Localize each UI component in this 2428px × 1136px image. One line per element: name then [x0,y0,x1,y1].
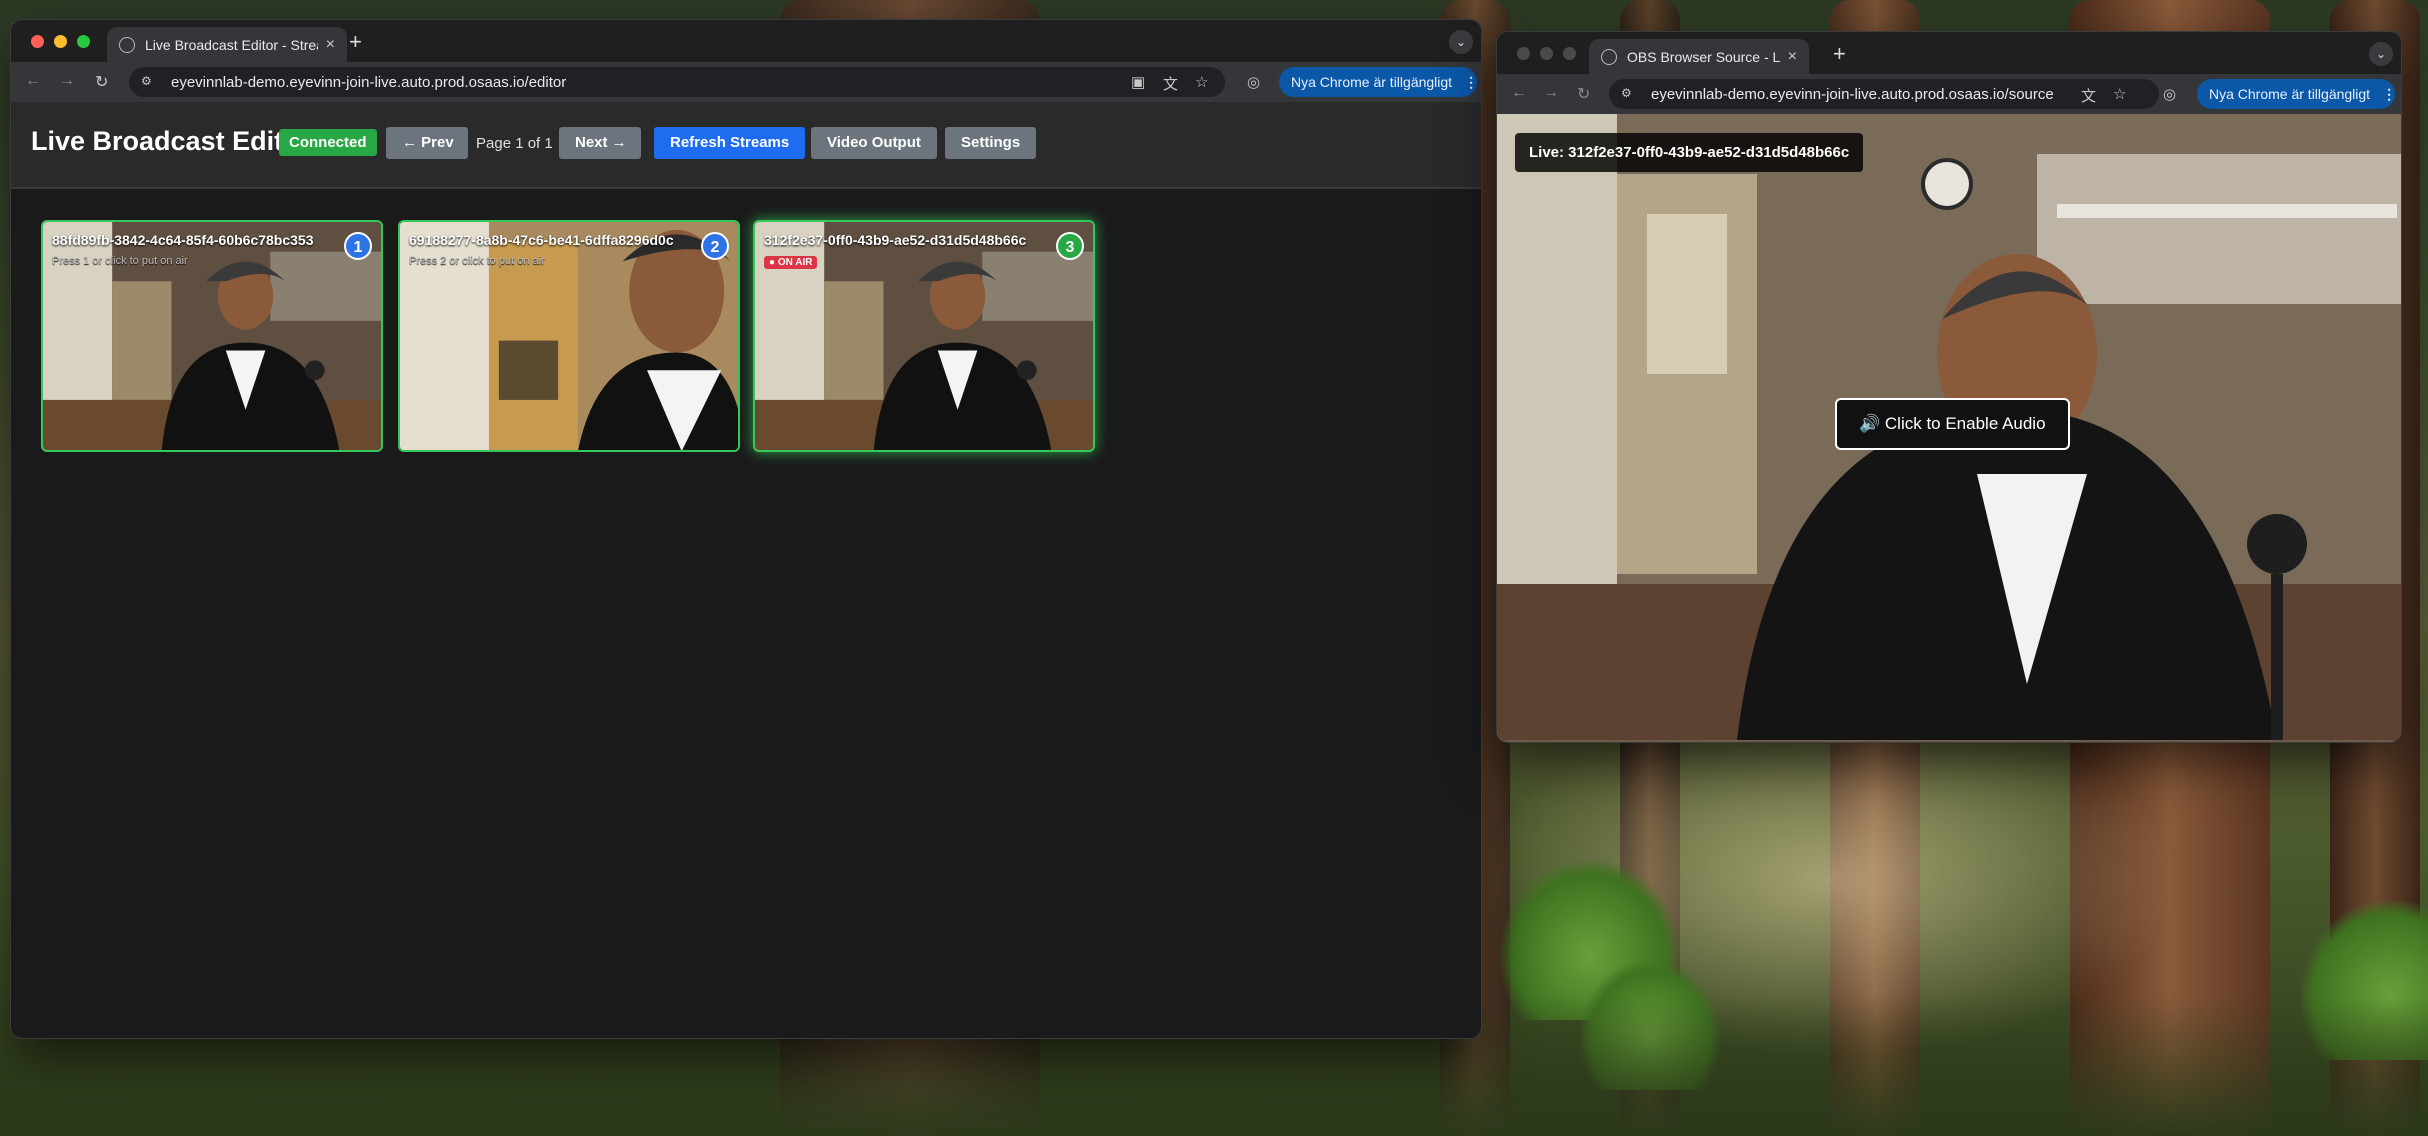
obs-source-page: Live: 312f2e37-0ff0-43b9-ae52-d31d5d48b6… [1497,114,2401,742]
editor-header: Live Broadcast Editor Connected ← Prev P… [11,102,1481,189]
close-tab-icon[interactable]: × [1788,48,1797,66]
back-arrow-icon[interactable]: ← [25,72,41,90]
stream-id: 312f2e37-0ff0-43b9-ae52-d31d5d48b66c [764,232,1027,248]
page-info: Page 1 of 1 [476,135,553,152]
prev-page-button[interactable]: ← Prev [386,127,468,159]
camera-blocked-icon[interactable]: ▣ [1131,73,1145,91]
site-info-icon[interactable]: ⚙ [141,74,157,90]
editor-browser-window: Live Broadcast Editor - Strea × + ⌄ ← → … [10,19,1482,1039]
settings-button[interactable]: Settings [945,127,1037,159]
minimize-window-button[interactable] [54,35,67,48]
tab-title: Live Broadcast Editor - Strea [145,36,318,53]
reload-icon[interactable]: ↻ [1577,84,1590,104]
stream-number-badge: 2 [701,232,729,260]
enable-audio-button[interactable]: 🔊 Click to Enable Audio [1835,398,2070,450]
minimize-window-button[interactable] [1540,47,1553,60]
translate-icon[interactable]: 文 [1163,73,1178,94]
stream-id: 69188277-8a8b-47c6-be41-6dffa8296d0c [409,232,674,248]
tab-title: OBS Browser Source - Live St [1627,48,1780,65]
refresh-streams-button[interactable]: Refresh Streams [654,127,806,159]
window-controls [31,35,90,48]
chrome-update-button[interactable]: Nya Chrome är tillgängligt ⋮ [1279,67,1478,97]
stream-number-badge: 1 [344,232,372,260]
next-page-button[interactable]: Next → [559,127,641,159]
translate-icon[interactable]: 文 [2081,85,2096,106]
maximize-window-button[interactable] [1563,47,1576,60]
window-controls [1517,47,1576,60]
reload-icon[interactable]: ↻ [95,72,108,92]
stream-hint: Press 2 or click to put on air [409,255,545,267]
page-title: Live Broadcast Editor [31,126,311,156]
connection-status-badge: Connected [279,129,377,156]
live-stream-label: Live: 312f2e37-0ff0-43b9-ae52-d31d5d48b6… [1515,133,1864,172]
update-label: Nya Chrome är tillgängligt [2209,86,2371,102]
close-tab-icon[interactable]: × [326,36,335,54]
globe-icon [119,36,135,53]
editor-page: Live Broadcast Editor Connected ← Prev P… [11,102,1481,1038]
address-bar[interactable]: ⚙ eyevinnlab-demo.eyevinn-join-live.auto… [1609,79,2159,109]
close-window-button[interactable] [31,35,44,48]
forward-arrow-icon[interactable]: → [59,72,75,90]
obs-browser-window: OBS Browser Source - Live St × + ⌄ ← → ↻… [1496,31,2402,743]
bookmark-star-icon[interactable]: ☆ [2113,85,2126,103]
profile-icon[interactable]: ◎ [2163,85,2176,103]
stream-card-on-air[interactable]: 312f2e37-0ff0-43b9-ae52-d31d5d48b66c ● O… [753,220,1095,452]
tab-search-button[interactable]: ⌄ [1449,30,1473,54]
url-text: eyevinnlab-demo.eyevinn-join-live.auto.p… [171,73,567,91]
new-tab-button[interactable]: + [349,29,362,55]
on-air-badge: ● ON AIR [764,256,818,269]
stream-id: 88fd89fb-3842-4c64-85f4-60b6c78bc353 [52,232,314,248]
stream-card[interactable]: 88fd89fb-3842-4c64-85f4-60b6c78bc353 Pre… [41,220,383,452]
address-bar[interactable]: ⚙ eyevinnlab-demo.eyevinn-join-live.auto… [129,67,1225,97]
site-info-icon[interactable]: ⚙ [1621,86,1637,102]
tab-live-broadcast-editor[interactable]: Live Broadcast Editor - Strea × [107,27,347,62]
new-tab-button[interactable]: + [1833,41,1846,67]
browser-toolbar: ← → ↻ ⚙ eyevinnlab-demo.eyevinn-join-liv… [11,62,1481,102]
chrome-update-button[interactable]: Nya Chrome är tillgängligt ⋮ [2197,79,2396,109]
tab-obs-browser-source[interactable]: OBS Browser Source - Live St × [1589,39,1809,74]
stream-hint: Press 1 or click to put on air [52,255,188,267]
stream-number-badge: 3 [1056,232,1084,260]
browser-toolbar: ← → ↻ ⚙ eyevinnlab-demo.eyevinn-join-liv… [1497,74,2401,114]
close-window-button[interactable] [1517,47,1530,60]
more-menu-icon[interactable]: ⋮ [2382,86,2396,103]
globe-icon [1601,48,1617,65]
update-label: Nya Chrome är tillgängligt [1291,74,1453,90]
profile-icon[interactable]: ◎ [1247,73,1260,91]
stream-card[interactable]: 69188277-8a8b-47c6-be41-6dffa8296d0c Pre… [398,220,740,452]
video-output-button[interactable]: Video Output [811,127,937,159]
url-text: eyevinnlab-demo.eyevinn-join-live.auto.p… [1651,85,2054,103]
maximize-window-button[interactable] [77,35,90,48]
tab-strip: OBS Browser Source - Live St × + ⌄ [1497,32,2401,74]
tab-strip: Live Broadcast Editor - Strea × + ⌄ [11,20,1481,62]
more-menu-icon[interactable]: ⋮ [1464,74,1478,91]
tab-search-button[interactable]: ⌄ [2369,42,2393,66]
forward-arrow-icon[interactable]: → [1543,84,1559,102]
back-arrow-icon[interactable]: ← [1511,84,1527,102]
bookmark-star-icon[interactable]: ☆ [1195,73,1208,91]
